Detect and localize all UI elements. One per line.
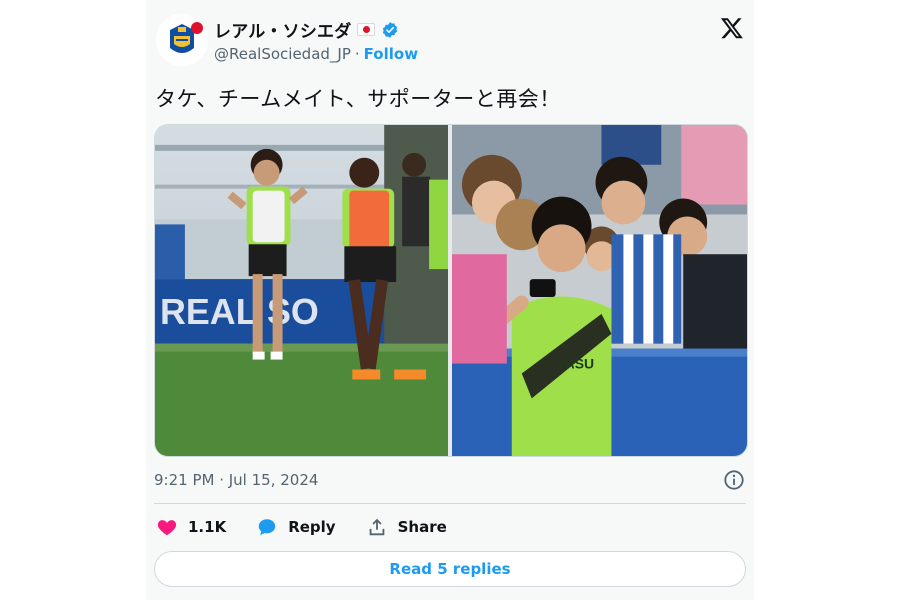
- tweet-text: タケ、チームメイト、サポーターと再会！: [155, 87, 561, 111]
- author-handle-row: @RealSociedad_JP · Follow: [214, 45, 418, 63]
- author-avatar[interactable]: [156, 14, 208, 66]
- author-display-name[interactable]: レアル・ソシエダ: [214, 17, 351, 42]
- tweet-actions: 1.1K Reply Share: [156, 516, 447, 538]
- fans-selfie-photo[interactable]: YASU: [452, 125, 747, 456]
- author-handle[interactable]: @RealSociedad_JP: [214, 45, 351, 63]
- like-count: 1.1K: [188, 518, 227, 536]
- reply-label: Reply: [288, 518, 336, 536]
- like-button[interactable]: 1.1K: [156, 516, 226, 538]
- tweet-media: REAL SO YASU: [154, 124, 748, 457]
- share-button[interactable]: Share: [366, 516, 447, 538]
- info-icon[interactable]: [723, 469, 745, 491]
- training-photo[interactable]: REAL SO: [155, 125, 448, 456]
- author-name-row: レアル・ソシエダ: [214, 17, 399, 42]
- training-photo-image: REAL SO: [155, 125, 448, 456]
- divider: [154, 503, 746, 504]
- tweet-card: レアル・ソシエダ @RealSociedad_JP · Follow タケ、チー…: [146, 0, 754, 600]
- svg-text:YASU: YASU: [557, 356, 594, 372]
- verified-badge-icon: [383, 21, 398, 38]
- follow-button[interactable]: Follow: [364, 45, 418, 63]
- read-replies-button[interactable]: Read 5 replies: [154, 551, 746, 587]
- japan-flag-icon: [357, 23, 376, 36]
- share-icon: [369, 518, 384, 536]
- separator-dot: ·: [354, 45, 360, 63]
- tweet-timestamp[interactable]: 9:21 PM · Jul 15, 2024: [154, 471, 318, 489]
- heart-icon: [157, 520, 177, 536]
- svg-text:REAL SO: REAL SO: [160, 292, 319, 332]
- x-logo-icon[interactable]: [720, 16, 744, 40]
- real-sociedad-crest-icon: [156, 14, 208, 66]
- fans-selfie-photo-image: YASU: [452, 125, 747, 456]
- reply-button[interactable]: Reply: [256, 516, 336, 538]
- share-label: Share: [397, 518, 447, 536]
- reply-bubble-icon: [258, 519, 276, 536]
